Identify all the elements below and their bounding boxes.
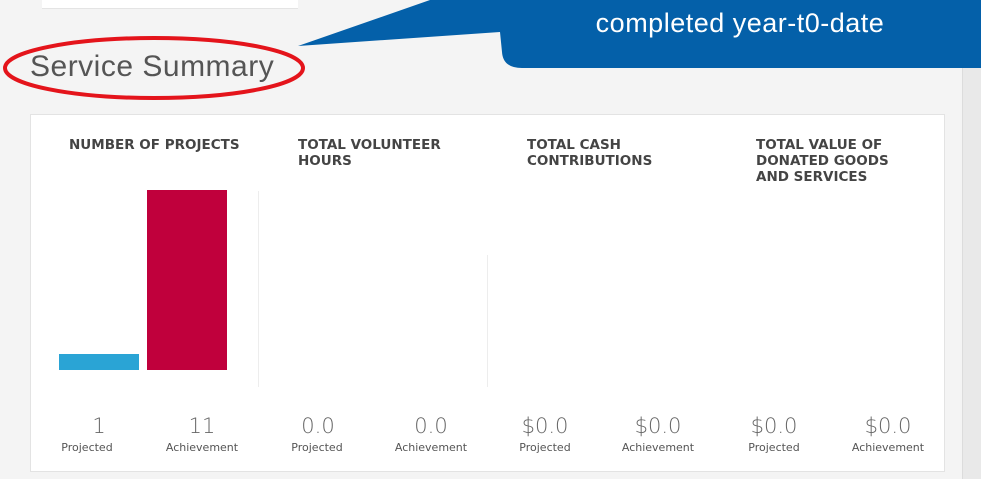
metric-divider [487,255,488,387]
service-summary-card: NUMBER OF PROJECTS 1 Projected 11 Achiev… [30,114,945,472]
page-title: Service Summary [30,50,275,83]
metric-title: TOTAL VOLUNTEER HOURS [298,137,441,169]
metric-total-value-donated: TOTAL VALUE OF DONATED GOODS AND SERVICE… [718,115,946,473]
scrollbar-track[interactable] [962,60,981,479]
achievement-value: $0.0 [864,414,912,438]
projected-label: Projected [61,441,113,454]
callout-text: completed year-t0-date [595,8,885,38]
achievement-value: 11 [188,414,216,438]
achievement-bar [147,190,227,370]
achievement-label: Achievement [394,441,468,454]
metric-number-of-projects: NUMBER OF PROJECTS 1 Projected 11 Achiev… [31,115,259,473]
metric-total-volunteer-hours: TOTAL VOLUNTEER HOURS 0.0 Projected 0.0 … [260,115,488,473]
projected-bar [59,353,139,370]
achievement-value: 0.0 [414,414,448,438]
projected-value: $0.0 [521,414,569,438]
metric-title: TOTAL VALUE OF DONATED GOODS AND SERVICE… [756,137,889,185]
metric-title: NUMBER OF PROJECTS [69,137,240,153]
metric-divider [258,191,259,387]
projected-label: Projected [748,441,800,454]
achievement-label: Achievement [851,441,925,454]
projected-value: 0.0 [301,414,335,438]
projected-value: 1 [92,414,106,438]
projected-label: Projected [519,441,571,454]
metric-total-cash-contributions: TOTAL CASH CONTRIBUTIONS $0.0 Projected … [489,115,717,473]
top-panel-edge [42,0,298,9]
projected-label: Projected [291,441,343,454]
achievement-value: $0.0 [634,414,682,438]
projected-value: $0.0 [750,414,798,438]
achievement-label: Achievement [621,441,695,454]
achievement-label: Achievement [165,441,239,454]
metric-title: TOTAL CASH CONTRIBUTIONS [527,137,653,169]
